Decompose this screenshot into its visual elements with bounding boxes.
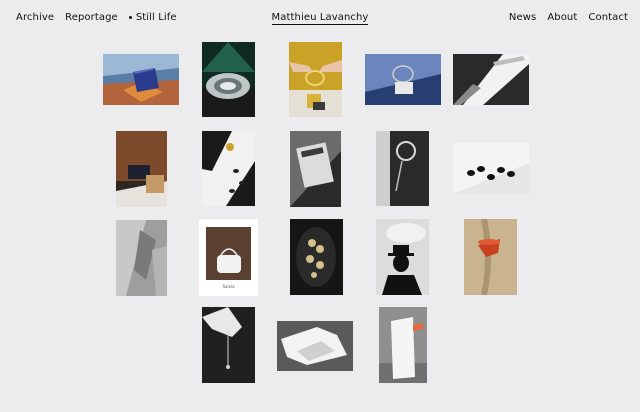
- nav-about-link[interactable]: About: [547, 12, 577, 23]
- gallery-thumb-hat-silhouette[interactable]: [376, 219, 429, 295]
- nav-contact-link[interactable]: Contact: [588, 12, 628, 23]
- gallery-thumb-hands-gold-ring[interactable]: [289, 42, 342, 117]
- gallery-thumb-blue-book-on-fire[interactable]: [103, 54, 179, 105]
- gallery-thumb-white-vase[interactable]: [379, 307, 427, 383]
- gallery-thumb-hand-earring[interactable]: [202, 307, 255, 383]
- gallery-thumb-black-stones[interactable]: [453, 143, 529, 194]
- nav-right: News About Contact: [509, 12, 628, 23]
- gallery-thumb-red-funnel[interactable]: [464, 219, 517, 295]
- gallery-thumb-calculator[interactable]: [290, 131, 341, 207]
- gallery-thumb-architecture-pendant[interactable]: [365, 54, 441, 105]
- gallery-thumb-abstract-lines[interactable]: [453, 54, 529, 105]
- gallery-thumb-white-fabric[interactable]: [277, 321, 353, 371]
- gallery-thumb-leather-goods[interactable]: [116, 131, 167, 207]
- gallery-thumb-ceramic-relief[interactable]: [116, 220, 167, 296]
- gallery-thumb-handbag-poster[interactable]: Salvia: [199, 219, 258, 296]
- site-title-link[interactable]: Matthieu Lavanchy: [271, 12, 369, 25]
- gallery-thumb-suit-bracelet[interactable]: [376, 131, 429, 206]
- gallery-thumb-glass-ashtray[interactable]: [202, 42, 255, 117]
- poster-caption: Salvia: [222, 284, 235, 289]
- nav-news-link[interactable]: News: [509, 12, 536, 23]
- gallery-thumb-jewelry-shadows[interactable]: [202, 131, 255, 206]
- gallery-thumb-pearl-brooch[interactable]: [290, 219, 343, 295]
